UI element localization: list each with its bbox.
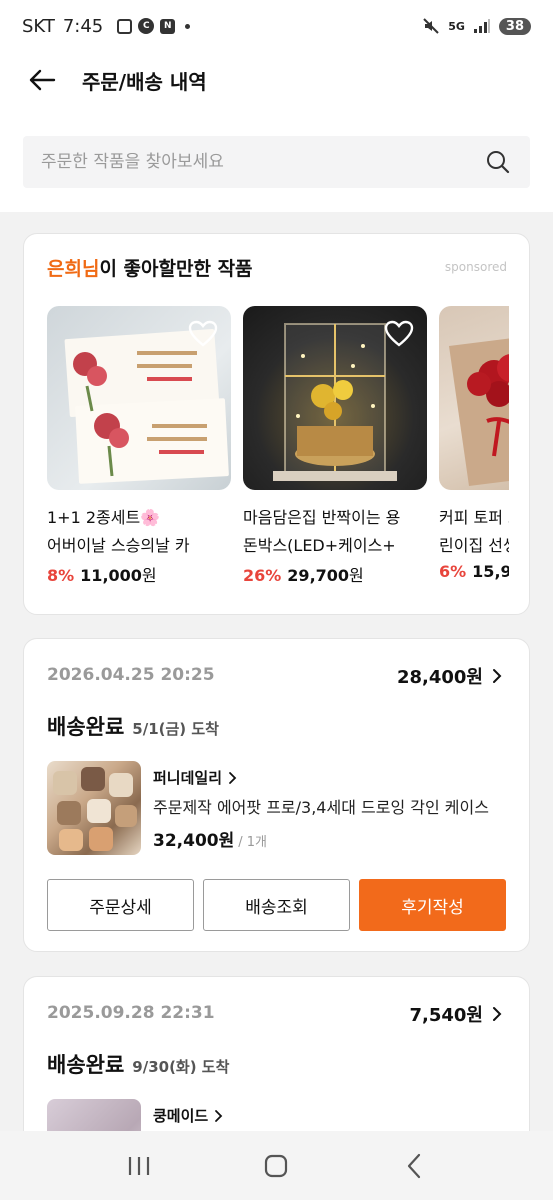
product-name-line1: 마음담은집 반짝이는 용 (243, 508, 401, 527)
product-price: 6% 15,900 (439, 562, 509, 581)
arrival-date: 5/1(금) 도착 (132, 720, 219, 738)
signal-icon (473, 19, 490, 33)
order-total: 28,400원 (396, 667, 483, 688)
product-name-line1: 커피 토퍼 스 (439, 508, 509, 527)
recommendation-item[interactable]: 1+1 2종세트🌸 어버이날 스승의날 카 8% 11,000원 (47, 306, 231, 586)
chevron-right-icon (493, 1007, 502, 1021)
recommendation-item[interactable]: 커피 토퍼 스 린이집 선생 6% 15,900 (439, 306, 509, 586)
back-button[interactable] (26, 64, 58, 96)
recommendation-title-suffix: 이 좋아할만한 작품 (99, 258, 253, 280)
recommendation-card: 은희님이 좋아할만한 작품 sponsored 1+1 2종세트🌸 어버이날 스… (23, 233, 530, 615)
price-amount: 11,000 (80, 566, 142, 585)
status-label: 배송완료 (47, 715, 125, 739)
order-total: 7,540원 (409, 1005, 484, 1026)
arrival-date: 9/30(화) 도착 (132, 1058, 230, 1076)
home-icon (265, 1154, 288, 1177)
chevron-right-icon (229, 771, 237, 784)
product-price: 26% 29,700원 (243, 562, 427, 586)
product-name: 주문제작 에어팟 프로/3,4세대 드로잉 각인 케이스 (153, 798, 489, 817)
order-date: 2026.04.25 20:25 (47, 665, 215, 685)
back-nav-button[interactable] (389, 1146, 439, 1186)
clock: 7:45 (62, 15, 104, 37)
chevron-right-icon (215, 1109, 223, 1122)
status-left: SKT 7:45 C N (22, 15, 191, 37)
recommendation-item[interactable]: 마음담은집 반짝이는 용 돈박스(LED+케이스+ 26% 29,700원 (243, 306, 427, 586)
price-amount: 29,700 (287, 566, 350, 585)
shop-link[interactable]: 쿵메이드 (153, 1105, 507, 1126)
status-label: 배송완료 (47, 1053, 125, 1077)
product-price: 32,400원/ 1개 (153, 826, 507, 851)
arrow-left-icon (29, 69, 56, 91)
c-app-icon: C (138, 18, 155, 34)
product-name-line2: 돈박스(LED+케이스+ (243, 536, 396, 555)
product-info: 퍼니데일리 주문제작 에어팟 프로/3,4세대 드로잉 각인 케이스 32,40… (153, 761, 507, 855)
discount-rate: 26% (243, 566, 282, 585)
search-icon[interactable] (484, 148, 512, 176)
delivery-status: 배송완료 9/30(화) 도착 (47, 1049, 229, 1079)
sponsored-label: sponsored (444, 260, 507, 274)
shop-name: 쿵메이드 (153, 1107, 209, 1125)
search-section (0, 108, 553, 212)
order-card: 2026.04.25 20:25 28,400원 배송완료 5/1(금) 도착 (23, 638, 530, 952)
order-total-link[interactable]: 7,540원 (410, 1001, 504, 1027)
shop-link[interactable]: 퍼니데일리 (153, 767, 507, 788)
delivery-status: 배송완료 5/1(금) 도착 (47, 711, 219, 741)
status-right: 5G 38 (422, 17, 531, 35)
more-notifications-icon (185, 23, 191, 29)
status-bar: SKT 7:45 C N 5G 38 (0, 0, 553, 52)
home-button[interactable] (251, 1146, 301, 1186)
system-nav-bar (0, 1131, 553, 1200)
search-bar[interactable] (23, 136, 530, 188)
notification-icons: C N (117, 18, 191, 34)
product-image[interactable] (439, 306, 509, 490)
screenshot-icon (117, 18, 133, 34)
battery-indicator: 38 (498, 17, 531, 35)
search-input[interactable] (41, 152, 484, 172)
product-name-line2: 어버이날 스승의날 카 (47, 536, 190, 555)
heart-icon[interactable] (383, 318, 415, 350)
price-currency: 원 (141, 566, 157, 585)
order-date: 2025.09.28 22:31 (47, 1003, 215, 1023)
product-thumbnail[interactable] (47, 761, 141, 855)
product-name-line2: 린이집 선생 (439, 536, 509, 555)
discount-rate: 8% (47, 566, 75, 585)
product-image[interactable] (243, 306, 427, 490)
recommendation-list: 1+1 2종세트🌸 어버이날 스승의날 카 8% 11,000원 마음담은집 반… (47, 306, 509, 586)
product-price: 8% 11,000원 (47, 562, 231, 586)
product-image[interactable] (47, 306, 231, 490)
back-nav-icon (408, 1153, 421, 1178)
price-amount: 32,400원 (153, 831, 235, 851)
write-review-button[interactable]: 후기작성 (359, 879, 506, 931)
quantity: / 1개 (238, 835, 267, 850)
chevron-right-icon (493, 669, 502, 683)
price-amount: 15,900 (472, 562, 509, 581)
order-product[interactable]: 퍼니데일리 주문제작 에어팟 프로/3,4세대 드로잉 각인 케이스 32,40… (47, 761, 507, 855)
product-name-line1: 1+1 2종세트🌸 (47, 508, 161, 527)
recent-apps-icon (128, 1156, 149, 1175)
order-actions: 주문상세 배송조회 후기작성 (47, 879, 506, 931)
recent-apps-button[interactable] (114, 1146, 164, 1186)
user-name: 은희님 (47, 258, 100, 280)
price-currency: 원 (349, 566, 364, 585)
discount-rate: 6% (439, 562, 467, 581)
carrier-label: SKT (22, 15, 55, 37)
order-detail-button[interactable]: 주문상세 (47, 879, 194, 931)
recommendation-title: 은희님이 좋아할만한 작품 (47, 254, 253, 281)
track-delivery-button[interactable]: 배송조회 (203, 879, 350, 931)
shop-name: 퍼니데일리 (153, 769, 223, 787)
mute-icon (423, 18, 439, 34)
n-app-icon: N (160, 18, 176, 34)
network-label: 5G (448, 19, 465, 33)
heart-icon[interactable] (187, 318, 219, 350)
app-header: 주문/배송 내역 (0, 52, 553, 108)
order-total-link[interactable]: 28,400원 (397, 663, 503, 689)
page-title: 주문/배송 내역 (82, 69, 207, 94)
